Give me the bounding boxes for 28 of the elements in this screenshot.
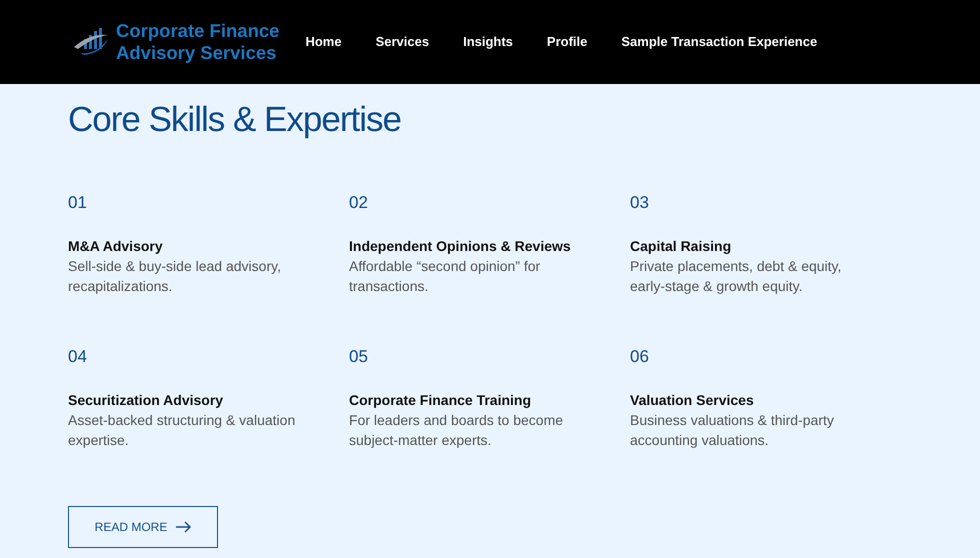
skill-number: 03 bbox=[630, 192, 650, 214]
skill-description: For leaders and boards to become subject-matter experts. bbox=[349, 411, 564, 450]
skill-number: 05 bbox=[349, 346, 369, 368]
brand-name[interactable]: Corporate Finance bbox=[116, 20, 280, 42]
skill-description: Business valuations & third-party accounting valuations. bbox=[630, 411, 835, 450]
nav-link[interactable]: Home bbox=[305, 32, 342, 52]
skill-title: Corporate Finance Training bbox=[349, 391, 532, 410]
skill-description: Sell-side & buy-side lead advisory, recapitalizations. bbox=[68, 257, 282, 296]
skill-title: Independent Opinions & Reviews bbox=[349, 237, 572, 256]
read-more-button[interactable]: READ MORE bbox=[68, 506, 218, 548]
skill-number: 06 bbox=[630, 346, 650, 368]
skill-title: M&A Advisory bbox=[68, 237, 164, 256]
skill-number: 02 bbox=[349, 192, 369, 214]
skill-number: 01 bbox=[68, 192, 88, 214]
skill-description: Asset-backed structuring & valuation expertise. bbox=[68, 411, 296, 450]
skill-title: Valuation Services bbox=[630, 391, 755, 410]
section-heading: Core Skills & Expertise bbox=[68, 99, 402, 141]
nav-link[interactable]: Profile bbox=[546, 32, 588, 52]
skill-description: Affordable “second opinion” for transactions. bbox=[349, 257, 542, 296]
nav-link[interactable]: Services bbox=[376, 32, 430, 52]
arrow-icon bbox=[175, 521, 192, 533]
skill-number: 04 bbox=[68, 346, 88, 368]
nav-link[interactable]: Sample Transaction Experience bbox=[621, 32, 818, 52]
brand-name[interactable]: Advisory Services bbox=[116, 42, 280, 64]
skill-description: Private placements, debt & equity, early-stage & growth equity. bbox=[630, 257, 842, 296]
skill-title: Capital Raising bbox=[630, 237, 732, 256]
skill-title: Securitization Advisory bbox=[68, 391, 224, 410]
nav-link[interactable]: Insights bbox=[463, 32, 513, 52]
